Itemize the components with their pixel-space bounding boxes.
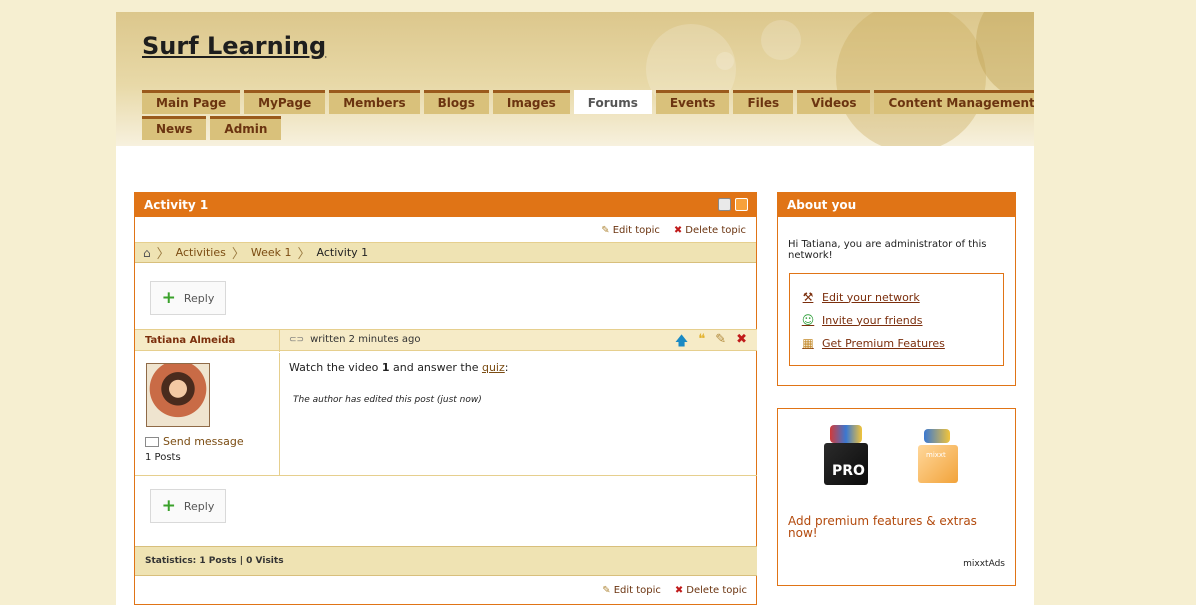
- page: Surf Learning Main Page MyPage Members B…: [116, 12, 1034, 605]
- go-package-icon[interactable]: mixxt: [918, 445, 958, 483]
- post-author[interactable]: Tatiana Almeida: [145, 335, 235, 346]
- breadcrumb-separator-icon: 〉: [297, 247, 311, 262]
- breadcrumb-separator-icon: 〉: [231, 247, 245, 262]
- link-icon: ⊂⊃: [289, 334, 305, 345]
- quiz-link[interactable]: quiz: [482, 361, 505, 374]
- about-header: About you: [778, 193, 1015, 217]
- envelope-icon: [145, 436, 159, 447]
- arrow-up-icon[interactable]: 🡅: [675, 332, 688, 354]
- tab-events[interactable]: Events: [655, 90, 730, 114]
- rss-icon[interactable]: [735, 198, 748, 211]
- site-title[interactable]: Surf Learning: [142, 32, 326, 60]
- tab-forums[interactable]: Forums: [573, 90, 652, 114]
- gift-icon: [830, 425, 862, 443]
- post-body-row: Send message 1 Posts Watch the video 1 a…: [135, 353, 757, 475]
- plus-icon: +: [161, 287, 176, 308]
- tools-icon: ⚒: [802, 290, 814, 304]
- reply-button-bottom[interactable]: + Reply: [150, 489, 226, 523]
- delete-icon: ✖: [674, 585, 684, 596]
- edit-topic-link[interactable]: ✎ Edit topic: [601, 225, 660, 236]
- send-message-link[interactable]: Send message: [145, 435, 244, 448]
- about-panel: About you Hi Tatiana, you are administra…: [777, 192, 1016, 386]
- topic-toolbar-top: ✎ Edit topic ✖ Delete topic: [135, 217, 756, 243]
- breadcrumb-current: Activity 1: [316, 246, 369, 259]
- ad-brand: mixxtAds: [963, 559, 1005, 569]
- post-header: Tatiana Almeida ⊂⊃ written 2 minutes ago…: [135, 329, 757, 354]
- about-title: About you: [787, 198, 857, 212]
- premium-icon: ▦: [802, 336, 814, 350]
- tab-news[interactable]: News: [142, 116, 207, 140]
- quote-icon[interactable]: ❝: [698, 332, 705, 354]
- topic-panel: Activity 1 ✎ Edit topic ✖ Delete topic ⌂ 〉…: [134, 192, 757, 605]
- edit-network-link[interactable]: ⚒ Edit your network: [800, 290, 920, 304]
- posts-count: 1 Posts: [145, 452, 181, 463]
- tab-mypage[interactable]: MyPage: [244, 90, 326, 114]
- print-icon[interactable]: [718, 198, 731, 211]
- tab-admin[interactable]: Admin: [210, 116, 282, 140]
- home-icon[interactable]: ⌂: [143, 246, 151, 260]
- breadcrumb-activities[interactable]: Activities: [176, 246, 226, 259]
- pro-package-icon[interactable]: PRO: [824, 443, 868, 485]
- topic-header: Activity 1: [135, 193, 756, 217]
- breadcrumb-week-1[interactable]: Week 1: [251, 246, 292, 259]
- topic-title: Activity 1: [144, 198, 209, 212]
- tab-videos[interactable]: Videos: [797, 90, 871, 114]
- topic-toolbar-bottom: ✎ Edit topic ✖ Delete topic: [135, 577, 757, 603]
- ad-panel: PRO mixxt Add premium features & extras …: [777, 408, 1016, 586]
- delete-topic-link-bottom[interactable]: ✖ Delete topic: [675, 585, 747, 596]
- tab-content-management[interactable]: Content Management: [874, 90, 1034, 114]
- main-nav: Main Page MyPage Members Blogs Images Fo…: [142, 90, 1034, 142]
- tab-main-page[interactable]: Main Page: [142, 90, 241, 114]
- avatar[interactable]: [146, 363, 210, 427]
- about-text: Hi Tatiana, you are administrator of thi…: [788, 239, 987, 261]
- tab-files[interactable]: Files: [733, 90, 794, 114]
- ad-text[interactable]: Add premium features & extras now!: [788, 515, 988, 539]
- edit-topic-link-bottom[interactable]: ✎ Edit topic: [602, 585, 661, 596]
- post-timestamp: ⊂⊃ written 2 minutes ago: [289, 334, 421, 345]
- about-links-box: ⚒ Edit your network ☺ Invite your friend…: [789, 273, 1004, 366]
- tab-images[interactable]: Images: [492, 90, 570, 114]
- tab-members[interactable]: Members: [329, 90, 420, 114]
- sparkle-icon: [924, 429, 950, 443]
- pencil-icon: ✎: [601, 225, 610, 236]
- topic-statistics: Statistics: 1 Posts | 0 Visits: [135, 546, 757, 576]
- site-header: Surf Learning Main Page MyPage Members B…: [116, 12, 1034, 146]
- friends-icon: ☺: [801, 313, 815, 327]
- pencil-icon: ✎: [602, 585, 611, 596]
- breadcrumb-separator-icon: 〉: [156, 247, 170, 262]
- reply-button-top[interactable]: + Reply: [150, 281, 226, 315]
- breadcrumb: ⌂ 〉 Activities 〉 Week 1 〉 Activity 1: [135, 243, 756, 263]
- delete-post-icon[interactable]: ✖: [736, 332, 747, 354]
- plus-icon: +: [161, 495, 176, 516]
- delete-topic-link[interactable]: ✖ Delete topic: [674, 225, 746, 236]
- edited-note: The author has edited this post (just no…: [293, 395, 482, 405]
- premium-features-link[interactable]: ▦ Get Premium Features: [800, 336, 945, 350]
- invite-friends-link[interactable]: ☺ Invite your friends: [800, 313, 923, 327]
- post-text: Watch the video 1 and answer the quiz:: [289, 361, 509, 374]
- edit-post-icon[interactable]: ✎: [715, 332, 726, 354]
- delete-icon: ✖: [673, 225, 683, 236]
- tab-blogs[interactable]: Blogs: [423, 90, 489, 114]
